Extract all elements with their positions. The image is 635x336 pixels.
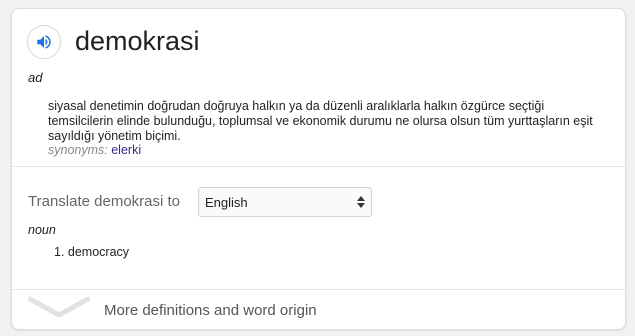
more-definitions-link[interactable]: More definitions and word origin (104, 302, 317, 319)
speaker-icon (37, 35, 51, 49)
language-select-value: English (205, 195, 248, 210)
translate-label: Translate demokrasi to (28, 193, 181, 210)
part-of-speech: ad (28, 70, 43, 85)
synonyms-row: synonyms: elerki (48, 143, 141, 157)
synonyms-label: synonyms: (48, 143, 108, 157)
select-arrows-icon (357, 196, 365, 208)
language-select[interactable]: English (198, 187, 372, 217)
dictionary-card: demokrasi ad siyasal denetimin doğrudan … (11, 8, 626, 330)
translation-part-of-speech: noun (28, 223, 56, 237)
translation-item: 1. democracy (54, 245, 130, 259)
divider (12, 289, 625, 290)
chevron-down-icon[interactable] (28, 296, 90, 320)
definition-text: siyasal denetimin doğrudan doğruya halkı… (48, 99, 593, 143)
speaker-button[interactable] (27, 25, 61, 59)
synonym-link[interactable]: elerki (111, 143, 141, 157)
headword: demokrasi (75, 26, 200, 56)
divider (12, 166, 625, 167)
